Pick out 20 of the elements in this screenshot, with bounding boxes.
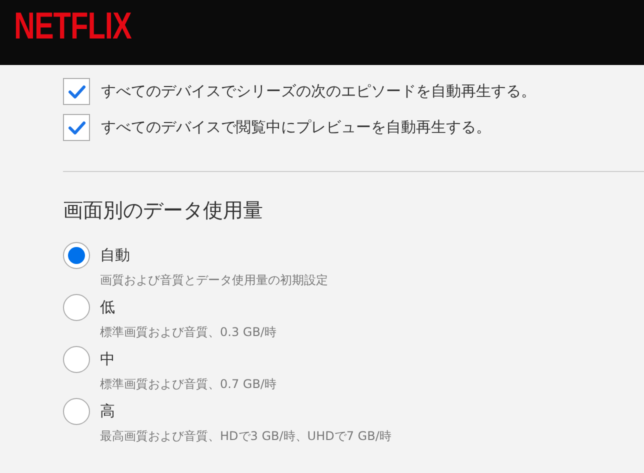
checkbox-label: すべてのデバイスで閲覧中にプレビューを自動再生する。 bbox=[101, 117, 491, 138]
checkbox[interactable] bbox=[63, 114, 90, 141]
radio-button[interactable] bbox=[63, 294, 90, 321]
radio-label: 高 bbox=[100, 401, 115, 422]
radio-label: 中 bbox=[100, 349, 115, 370]
radio-label: 自動 bbox=[100, 245, 130, 266]
checkbox-label: すべてのデバイスでシリーズの次のエピソードを自動再生する。 bbox=[101, 81, 536, 102]
option-description: 画質および音質とデータ使用量の初期設定 bbox=[99, 272, 329, 289]
section-heading: 画面別のデータ使用量 bbox=[62, 200, 264, 220]
netflix-logo[interactable]: NETFLIX bbox=[14, 8, 132, 46]
radio-button[interactable] bbox=[63, 242, 90, 269]
radio-label: 低 bbox=[100, 297, 115, 318]
checkmark-icon bbox=[68, 84, 86, 98]
option-description: 標準画質および音質、0.7 GB/時 bbox=[99, 376, 278, 393]
checkbox[interactable] bbox=[63, 78, 90, 105]
checkmark-icon bbox=[68, 120, 86, 134]
option-description: 最高画質および音質、HDで3 GB/時、UHDで7 GB/時 bbox=[99, 428, 392, 445]
option-description: 標準画質および音質、0.3 GB/時 bbox=[99, 324, 278, 341]
radio-button[interactable] bbox=[63, 346, 90, 373]
radio-button[interactable] bbox=[63, 398, 90, 425]
